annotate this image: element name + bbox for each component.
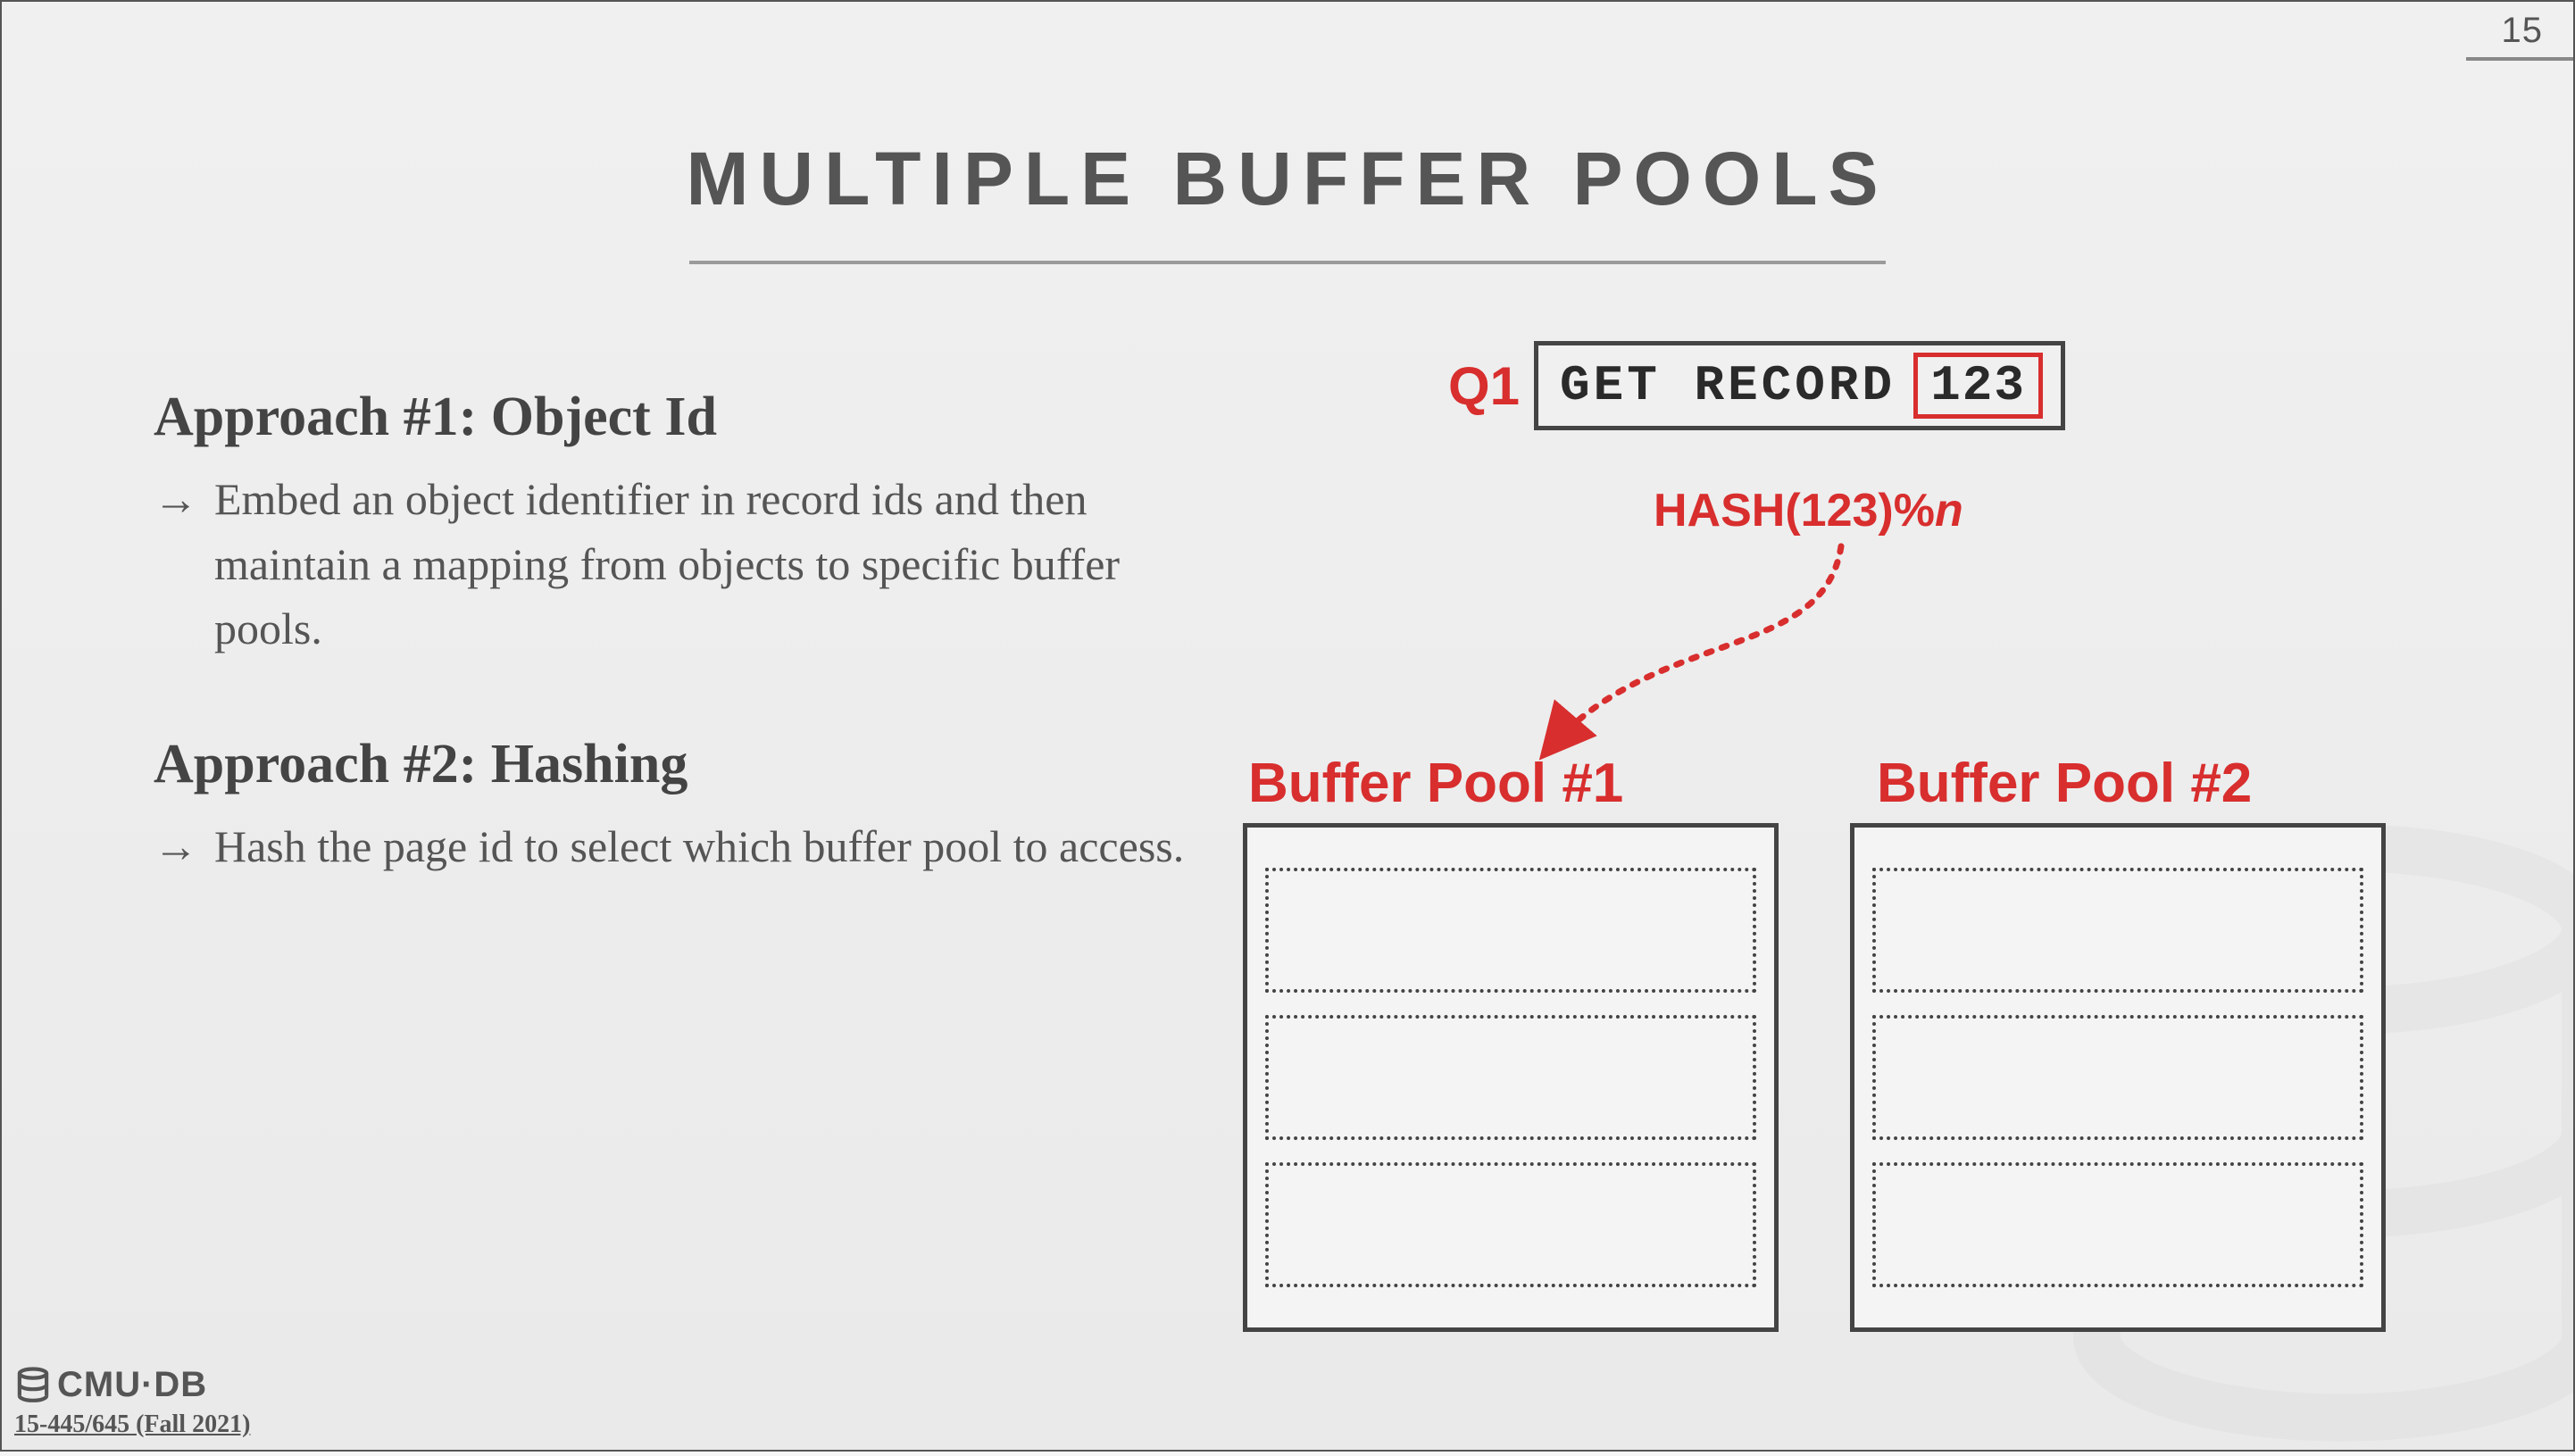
title-underline (689, 261, 1886, 264)
hash-expr: HASH(123)% (1654, 485, 1935, 537)
query-row: Q1 GET RECORD 123 (1448, 341, 2065, 430)
query-box: GET RECORD 123 (1534, 341, 2065, 430)
query-label: Q1 (1448, 355, 1520, 417)
buffer-slot (1265, 1162, 1756, 1287)
buffer-pool-1-title: Buffer Pool #1 (1248, 752, 1623, 815)
approach-2-bullet: → Hash the page id to select which buffe… (154, 814, 1225, 879)
approach-1-text: Embed an object identifier in record ids… (214, 467, 1225, 661)
page-number: 15 (2502, 11, 2544, 51)
buffer-slot (1872, 1162, 2363, 1287)
slide-title: MULTIPLE BUFFER POOLS (2, 136, 2573, 222)
hash-var: n (1935, 485, 1963, 537)
buffer-slot (1265, 868, 1756, 993)
buffer-slot (1872, 868, 2363, 993)
approach-2-heading: Approach #2: Hashing (154, 733, 1225, 796)
diagram-area: Q1 GET RECORD 123 HASH(123)%n Buffer Poo… (1234, 341, 2538, 1323)
page-number-underline (2466, 57, 2573, 61)
footer-course-text: 15-445/645 (Fall 2021) (14, 1410, 250, 1439)
record-id-box: 123 (1913, 353, 2043, 419)
body-text: Approach #1: Object Id → Embed an object… (154, 386, 1225, 950)
buffer-slot (1265, 1015, 1756, 1140)
approach-1-heading: Approach #1: Object Id (154, 386, 1225, 449)
database-icon (14, 1367, 52, 1404)
buffer-pool-2-title: Buffer Pool #2 (1877, 752, 2252, 815)
query-command: GET RECORD (1560, 357, 1896, 414)
buffer-pool-2-box (1850, 823, 2386, 1332)
footer-logo: CMU·DB (14, 1365, 207, 1405)
slide: 15 MULTIPLE BUFFER POOLS Approach #1: Ob… (0, 0, 2575, 1452)
approach-1-bullet: → Embed an object identifier in record i… (154, 467, 1225, 661)
arrow-icon: → (154, 814, 198, 879)
footer-logo-text: CMU·DB (57, 1365, 207, 1405)
arrow-icon: → (154, 467, 198, 661)
approach-2-text: Hash the page id to select which buffer … (214, 814, 1184, 879)
buffer-slot (1872, 1015, 2363, 1140)
hash-function-label: HASH(123)%n (1654, 484, 1963, 537)
buffer-pool-1-box (1243, 823, 1779, 1332)
